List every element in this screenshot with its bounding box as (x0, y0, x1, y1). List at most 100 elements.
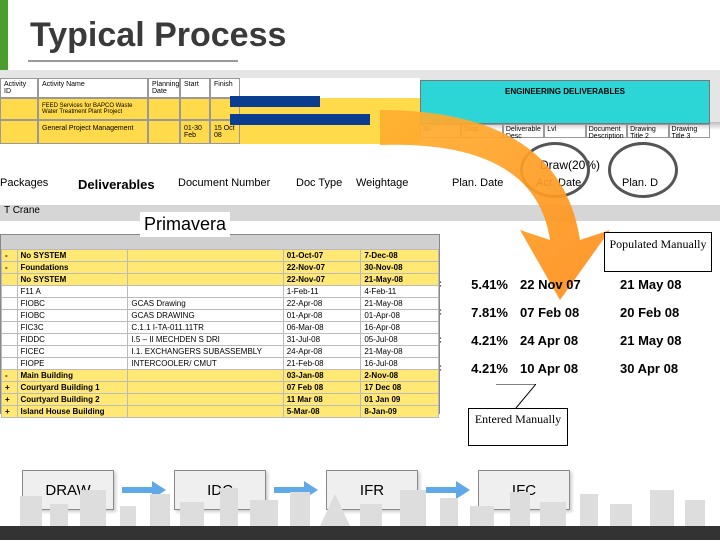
primavera-cell: 8-Jan-09 (361, 406, 439, 418)
primavera-cell: 01-Oct-07 (283, 250, 361, 262)
primavera-cell: No SYSTEM (17, 274, 128, 286)
entered-manually-box: Entered Manually (468, 408, 568, 446)
primavera-cell (128, 250, 283, 262)
primavera-cell: 07 Feb 08 (283, 382, 361, 394)
primavera-toolbar (1, 235, 439, 249)
primavera-row: FIOPEINTERCOOLER/ CMUT21-Feb-0816-Jul-08 (2, 358, 439, 370)
accent-bar (0, 0, 8, 72)
primavera-row: -No SYSTEM01-Oct-077-Dec-08 (2, 250, 439, 262)
excel-col: ID (420, 124, 461, 138)
primavera-cell (128, 382, 283, 394)
primavera-cell: I.5 – II MECHDEN S DRI (128, 334, 283, 346)
primavera-cell (2, 286, 18, 298)
primavera-cell (2, 334, 18, 346)
data-row: oc 4.21% 10 Apr 08 30 Apr 08 (430, 354, 720, 382)
primavera-cell: 22-Nov-07 (283, 274, 361, 286)
data-row: oc 5.41% 22 Nov 07 21 May 08 (430, 270, 720, 298)
excel-col: Document Description (586, 124, 627, 138)
primavera-row: -Main Building03-Jan-082-Nov-08 (2, 370, 439, 382)
date-cell: 21 May 08 (620, 277, 720, 292)
primavera-cell: - (2, 250, 18, 262)
primavera-cell: 21-May-08 (361, 274, 439, 286)
gantt-bar (230, 96, 320, 107)
primavera-row: FIOBCGCAS Drawing22-Apr-0821-May-08 (2, 298, 439, 310)
primavera-cell (128, 406, 283, 418)
primavera-cell: 22-Nov-07 (283, 262, 361, 274)
highlight-oval-act (608, 142, 678, 198)
primavera-cell: 05-Jul-08 (361, 334, 439, 346)
excel-col: Drawing Title 2 (627, 124, 668, 138)
primavera-label: Primavera (140, 212, 230, 237)
primavera-cell: Main Building (17, 370, 128, 382)
primavera-row: +Island House Building5-Mar-088-Jan-09 (2, 406, 439, 418)
primavera-cell (128, 370, 283, 382)
gantt-cell (180, 98, 210, 120)
date-cell: 30 Apr 08 (620, 361, 720, 376)
excel-columns: ID Disp Deliverable Desc Lvl Document De… (420, 124, 710, 138)
pct-cell: 5.41% (450, 277, 520, 292)
footer-skyline (0, 486, 720, 540)
primavera-cell: 01 Jan 09 (361, 394, 439, 406)
primavera-row: FICECI.1. EXCHANGERS SUBASSEMBLY24-Apr-0… (2, 346, 439, 358)
primavera-cell: 22-Apr-08 (283, 298, 361, 310)
primavera-cell (2, 274, 18, 286)
primavera-cell: FIC3C (17, 322, 128, 334)
primavera-cell: C.1.1 I-TA-011.11TR (128, 322, 283, 334)
primavera-cell: 06-Mar-08 (283, 322, 361, 334)
excel-col: Drawing Title 3 (669, 124, 710, 138)
date-cell: 22 Nov 07 (520, 277, 620, 292)
primavera-row: FIOBCGCAS DRAWING01-Apr-0801-Apr-08 (2, 310, 439, 322)
primavera-cell: 4-Feb-11 (361, 286, 439, 298)
primavera-row: No SYSTEM 22-Nov-0721-May-08 (2, 274, 439, 286)
col: Plan. Date (432, 174, 526, 195)
primavera-cell: GCAS Drawing (128, 298, 283, 310)
date-cell: 20 Feb 08 (620, 305, 720, 320)
primavera-row: FIC3CC.1.1 I-TA-011.11TR06-Mar-0816-Apr-… (2, 322, 439, 334)
primavera-cell: 11 Mar 08 (283, 394, 361, 406)
primavera-cell: 16-Jul-08 (361, 358, 439, 370)
gantt-cell (148, 98, 180, 120)
primavera-cell: - (2, 370, 18, 382)
gantt-col: Activity ID (0, 78, 38, 98)
primavera-cell (128, 286, 283, 298)
primavera-row: -Foundations22-Nov-0730-Nov-08 (2, 262, 439, 274)
primavera-cell: Foundations (17, 262, 128, 274)
primavera-cell (2, 298, 18, 310)
gantt-col: Start (180, 78, 210, 98)
primavera-cell: 30-Nov-08 (361, 262, 439, 274)
excel-col: Deliverable Desc (503, 124, 544, 138)
primavera-cell: 31-Jul-08 (283, 334, 361, 346)
col: Doc Type (296, 174, 356, 195)
primavera-cell: 01-Apr-08 (361, 310, 439, 322)
gantt-bar (230, 114, 370, 125)
primavera-cell (128, 274, 283, 286)
primavera-cell: + (2, 382, 18, 394)
gantt-cell: FEED Services for BAPCO Waste Water Trea… (38, 98, 148, 120)
gantt-col: Planning Date (148, 78, 180, 98)
primavera-window: -No SYSTEM01-Oct-077-Dec-08-Foundations2… (0, 234, 440, 414)
populated-manually-box: Populated Manually (604, 232, 712, 272)
primavera-cell: I.1. EXCHANGERS SUBASSEMBLY (128, 346, 283, 358)
right-data-block: oc 5.41% 22 Nov 07 21 May 08 oc 7.81% 07… (430, 270, 720, 382)
primavera-row: +Courtyard Building 107 Feb 0817 Dec 08 (2, 382, 439, 394)
primavera-cell (2, 322, 18, 334)
col: Deliverables (58, 174, 178, 195)
data-row: oc 4.21% 24 Apr 08 21 May 08 (430, 326, 720, 354)
primavera-cell: FIDDC (17, 334, 128, 346)
connector-line (496, 384, 536, 408)
gantt-cell: General Project Management (38, 120, 148, 144)
primavera-cell: FIOBC (17, 310, 128, 322)
primavera-cell (2, 358, 18, 370)
pct-cell: 4.21% (450, 361, 520, 376)
gantt-cell: 01-30 Feb (180, 120, 210, 144)
pct-cell: 4.21% (450, 333, 520, 348)
primavera-cell: INTERCOOLER/ CMUT (128, 358, 283, 370)
primavera-cell: 5-Mar-08 (283, 406, 361, 418)
primavera-cell: 21-May-08 (361, 298, 439, 310)
primavera-row: FIDDCI.5 – II MECHDEN S DRI31-Jul-0805-J… (2, 334, 439, 346)
primavera-cell: Courtyard Building 2 (17, 394, 128, 406)
primavera-cell (2, 310, 18, 322)
primavera-cell: + (2, 394, 18, 406)
primavera-cell: 2-Nov-08 (361, 370, 439, 382)
primavera-cell: 1-Feb-11 (283, 286, 361, 298)
